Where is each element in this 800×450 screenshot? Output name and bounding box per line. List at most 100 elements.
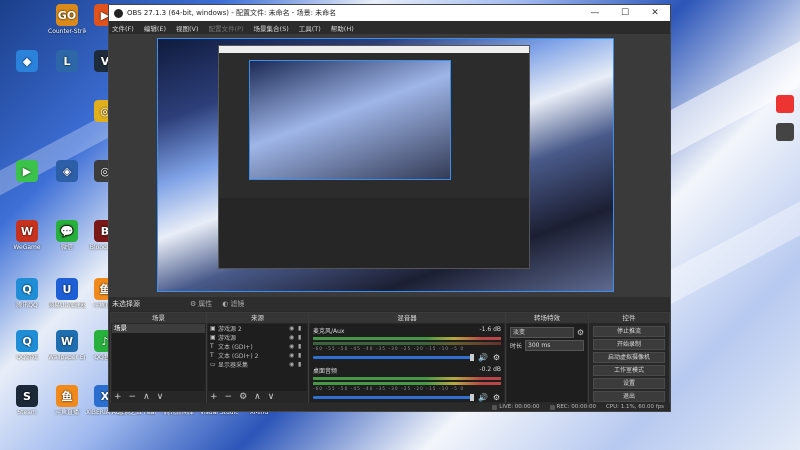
menu-scene-collection[interactable]: 场景集合(S)	[254, 23, 289, 33]
desktop-icon[interactable]: 💬 微信	[48, 220, 86, 251]
desktop-icon[interactable]: 鱼斗鱼直播	[48, 385, 86, 416]
desktop-icon[interactable]: L	[48, 50, 86, 74]
status-bar: LIVE: 00:00:00 REC: 00:00:00 CPU: 1.1%, …	[109, 403, 670, 411]
desktop-icon[interactable]: W Wallpaper Engine:...	[48, 330, 86, 361]
desktop-icon[interactable]: Q 腾讯QQ	[8, 278, 46, 309]
volume-slider[interactable]	[313, 356, 472, 359]
visibility-eye-icon[interactable]: ◉	[289, 325, 298, 332]
add-source-icon[interactable]: +	[210, 392, 218, 402]
desktop-icon[interactable]: ◆	[8, 50, 46, 74]
desktop-icon[interactable]: ▶	[8, 160, 46, 184]
level-meter	[313, 382, 501, 385]
app-icon[interactable]	[776, 95, 794, 113]
text-icon: T	[210, 352, 214, 359]
text-icon: T	[210, 343, 214, 350]
desktop-icon[interactable]: Q QQ游戏	[8, 330, 46, 361]
maximize-button[interactable]: ☐	[610, 8, 640, 18]
gear-icon[interactable]: ⚙	[577, 328, 584, 337]
remove-scene-icon[interactable]: −	[129, 392, 137, 402]
minimize-button[interactable]: —	[580, 8, 610, 18]
desktop-icon[interactable]: S Steam	[8, 385, 46, 416]
source-item[interactable]: T 文本 (GDI+) 2 ◉ ▮	[208, 351, 307, 360]
gear-icon[interactable]: ⚙	[493, 353, 500, 362]
menu-edit[interactable]: 编辑(E)	[144, 23, 166, 33]
start-virtual-camera-button[interactable]: 启动虚拟摄像机	[593, 352, 665, 363]
move-down-icon[interactable]: ∨	[157, 392, 164, 402]
add-scene-icon[interactable]: +	[114, 392, 122, 402]
desktop-icon-label: Counter-Strike Global Offensive	[48, 28, 86, 35]
controls-dock: 控件 停止推流 开始录制 启动虚拟摄像机 工作室模式 设置 退出	[588, 312, 670, 404]
move-up-icon[interactable]: ∧	[254, 392, 261, 402]
lock-icon[interactable]: ▮	[298, 361, 307, 368]
app-icon: S	[16, 385, 38, 407]
desktop-icon-label: WeGame	[13, 244, 41, 251]
source-item[interactable]: ▭ 显示器采集 ◉ ▮	[208, 360, 307, 369]
channel-name: 麦克风/Aux	[313, 328, 345, 335]
transitions-header: 转场特效	[506, 313, 588, 323]
channel-db: -0.2 dB	[479, 366, 501, 373]
exit-button[interactable]: 退出	[593, 391, 665, 402]
properties-button[interactable]: ⚙ 属性	[190, 299, 212, 309]
app-icon: W	[56, 330, 78, 352]
filters-label: 滤镜	[230, 300, 245, 308]
desktop-icon-label: 微信	[60, 244, 73, 251]
start-recording-button[interactable]: 开始录制	[593, 339, 665, 350]
camera-icon: ▣	[210, 334, 216, 341]
app-icon[interactable]	[776, 123, 794, 141]
preview-canvas[interactable]	[157, 38, 614, 292]
lock-icon[interactable]: ▮	[298, 334, 307, 341]
source-item[interactable]: ▣ 游戏源 2 ◉ ▮	[208, 324, 307, 333]
desktop-icon-label: 腾讯QQ	[16, 302, 38, 309]
source-name: 文本 (GDI+) 2	[218, 353, 259, 360]
source-item[interactable]: T 文本 (GDI+) ◉ ▮	[208, 342, 307, 351]
close-button[interactable]: ✕	[640, 8, 670, 18]
volume-slider-handle[interactable]	[470, 354, 474, 361]
menu-file[interactable]: 文件(F)	[112, 23, 134, 33]
source-settings-icon[interactable]: ⚙	[239, 392, 247, 402]
duration-label: 时长	[510, 342, 523, 350]
lock-icon[interactable]: ▮	[298, 325, 307, 332]
menu-profile[interactable]: 配置文件(P)	[209, 23, 244, 33]
speaker-icon[interactable]: 🔊	[478, 353, 488, 362]
duration-input[interactable]: 300 ms	[525, 339, 584, 351]
visibility-eye-icon[interactable]: ◉	[289, 334, 298, 341]
filter-icon: ◐	[222, 300, 229, 308]
monitor-icon: ▭	[210, 361, 216, 368]
menu-bar: 文件(F) 编辑(E) 视图(V) 配置文件(P) 场景集合(S) 工具(T) …	[109, 21, 670, 34]
desktop-icon[interactable]: ◈	[48, 160, 86, 184]
filters-button[interactable]: ◐ 滤镜	[222, 299, 244, 309]
controls-header: 控件	[589, 313, 669, 323]
remove-source-icon[interactable]: −	[225, 392, 233, 402]
visibility-eye-icon[interactable]: ◉	[289, 343, 298, 350]
gear-icon[interactable]: ⚙	[493, 393, 500, 402]
volume-slider-handle[interactable]	[470, 394, 474, 401]
transition-type-select[interactable]: 淡变	[510, 326, 574, 338]
meter-scale: -60 -55 -50 -45 -40 -35 -30 -25 -20 -15 …	[313, 386, 465, 391]
menu-help[interactable]: 帮助(H)	[331, 23, 354, 33]
app-icon: 鱼	[56, 385, 78, 407]
desktop-icon[interactable]: W WeGame	[8, 220, 46, 251]
source-item[interactable]: ▣ 游戏源 ◉ ▮	[208, 333, 307, 342]
scene-item[interactable]: 场景	[112, 324, 205, 333]
move-down-icon[interactable]: ∨	[268, 392, 275, 402]
lock-icon[interactable]: ▮	[298, 352, 307, 359]
menu-view[interactable]: 视图(V)	[176, 23, 199, 33]
source-name: 文本 (GDI+)	[218, 344, 253, 351]
volume-slider[interactable]	[313, 396, 472, 399]
move-up-icon[interactable]: ∧	[143, 392, 150, 402]
live-time: LIVE: 00:00:00	[499, 404, 540, 410]
visibility-eye-icon[interactable]: ◉	[289, 361, 298, 368]
lock-icon[interactable]: ▮	[298, 343, 307, 350]
settings-button[interactable]: 设置	[593, 378, 665, 389]
studio-mode-button[interactable]: 工作室模式	[593, 365, 665, 376]
menu-tools[interactable]: 工具(T)	[299, 23, 321, 33]
transitions-dock: 转场特效 淡变 ⚙ 时长 300 ms	[505, 312, 589, 404]
sources-header: 来源	[207, 313, 308, 323]
visibility-eye-icon[interactable]: ◉	[289, 352, 298, 359]
desktop-icon[interactable]: U 网易UU加速器	[48, 278, 86, 309]
level-meter	[313, 377, 501, 380]
stop-streaming-button[interactable]: 停止推流	[593, 326, 665, 337]
nested-title-bar	[219, 46, 529, 53]
speaker-icon[interactable]: 🔊	[478, 393, 488, 402]
desktop-icon[interactable]: GO Counter-Strike Global Offensive	[48, 4, 86, 35]
